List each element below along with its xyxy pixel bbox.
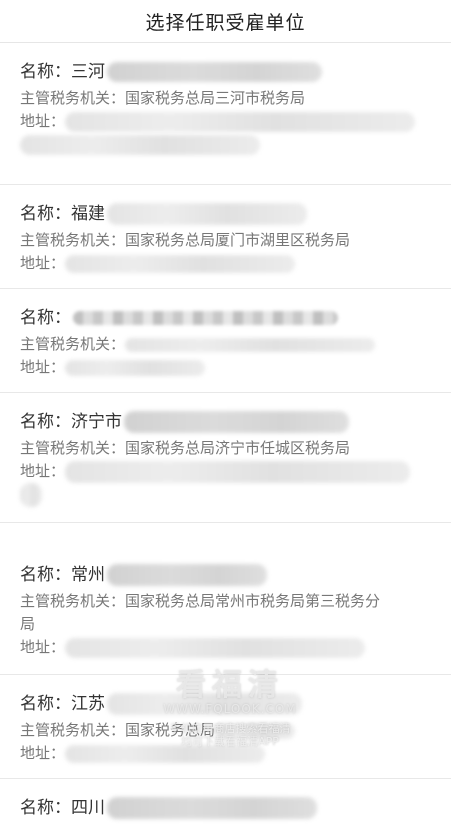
- name-row: 名称：济宁市: [20, 407, 451, 437]
- address-row: 地址：: [20, 356, 451, 379]
- company-name: 常州: [71, 565, 105, 585]
- redacted-text: [107, 693, 302, 715]
- name-row: 名称：常州: [20, 560, 451, 590]
- authority-value: 国家税务总局常州市税务局第三税务分: [125, 592, 381, 610]
- address-row: 地址：: [20, 742, 451, 765]
- name-label: 名称：: [20, 412, 71, 432]
- authority-label: 主管税务机关：: [20, 439, 126, 457]
- list-item[interactable]: 名称：济宁市 主管税务机关：国家税务总局济宁市任城区税务局 地址：: [0, 393, 451, 523]
- name-label: 名称：: [20, 62, 71, 82]
- authority-row-continued: 局: [20, 613, 451, 636]
- redacted-text: [107, 797, 317, 819]
- authority-value: 国家税务总局三河市税务局: [125, 89, 306, 107]
- authority-label: 主管税务机关：: [20, 721, 126, 739]
- list-item[interactable]: 名称：福建 主管税务机关：国家税务总局厦门市湖里区税务局 地址：: [0, 185, 451, 289]
- address-row: 地址：: [20, 252, 451, 275]
- list-item[interactable]: 名称：常州 主管税务机关：国家税务总局常州市税务局第三税务分 局 地址：: [0, 523, 451, 675]
- name-row: 名称：四川: [20, 793, 451, 823]
- redacted-text: [124, 411, 349, 433]
- redacted-text: [65, 254, 296, 273]
- address-row: 地址：: [20, 460, 451, 483]
- redacted-text: [65, 460, 411, 483]
- address-row: 地址：: [20, 636, 451, 659]
- name-row: 名称：福建: [20, 199, 451, 229]
- page-title: 选择任职受雇单位: [145, 11, 306, 34]
- authority-value: 国家税务总局厦门市湖里区税务局: [125, 231, 351, 249]
- address-continued: [20, 133, 451, 156]
- redacted-text: [65, 111, 416, 132]
- redacted-text: [65, 637, 366, 658]
- address-label: 地址：: [20, 358, 66, 376]
- name-label: 名称：: [20, 694, 71, 714]
- address-label: 地址：: [20, 638, 66, 656]
- authority-value: 国家税务总局济宁市任城区税务局: [125, 439, 351, 457]
- address-label: 地址：: [20, 744, 66, 762]
- name-label: 名称：: [20, 204, 71, 224]
- redacted-text: [107, 62, 322, 82]
- name-label: 名称：: [20, 308, 71, 328]
- company-name: 江苏: [71, 694, 105, 714]
- name-label: 名称：: [20, 565, 71, 585]
- company-name: 三河: [71, 62, 105, 82]
- redacted-text: [107, 203, 307, 225]
- authority-label: 主管税务机关：: [20, 335, 126, 353]
- authority-row: 主管税务机关：国家税务总局厦门市湖里区税务局: [20, 229, 451, 252]
- authority-row: 主管税务机关：国家税务总局三河市税务局: [20, 87, 451, 110]
- authority-label: 主管税务机关：: [20, 592, 126, 610]
- address-continued: [20, 483, 451, 507]
- list-item[interactable]: 名称：江苏 主管税务机关：国家税务总局 地址：: [0, 675, 451, 779]
- company-name: 济宁市: [71, 412, 122, 432]
- redacted-text: [215, 722, 296, 739]
- name-row: 名称：三河: [20, 57, 451, 87]
- company-name: 四川: [71, 798, 105, 818]
- authority-row: 主管税务机关：国家税务总局济宁市任城区税务局: [20, 437, 451, 460]
- redacted-text: [125, 337, 376, 352]
- redacted-text: [65, 744, 266, 763]
- company-name: 福建: [71, 204, 105, 224]
- authority-label: 主管税务机关：: [20, 89, 126, 107]
- name-label: 名称：: [20, 798, 71, 818]
- redacted-text: [65, 359, 206, 376]
- address-label: 地址：: [20, 112, 66, 130]
- list-item[interactable]: 名称：三河 主管税务机关：国家税务总局三河市税务局 地址：: [0, 57, 451, 185]
- authority-row: 主管税务机关：: [20, 333, 451, 356]
- list-item[interactable]: 名称：四川: [0, 779, 451, 839]
- address-label: 地址：: [20, 254, 66, 272]
- address-label: 地址：: [20, 462, 66, 480]
- authority-row: 主管税务机关：国家税务总局: [20, 719, 451, 742]
- authority-value: 国家税务总局: [125, 721, 216, 739]
- authority-label: 主管税务机关：: [20, 231, 126, 249]
- authority-value-continued: 局: [20, 615, 36, 633]
- redacted-text: [107, 564, 267, 586]
- redacted-text: [20, 134, 260, 155]
- address-row: 地址：: [20, 110, 451, 133]
- name-row: 名称：: [20, 303, 451, 333]
- name-row: 名称：江苏: [20, 689, 451, 719]
- list-item[interactable]: 名称： 主管税务机关： 地址：: [0, 289, 451, 393]
- authority-row: 主管税务机关：国家税务总局常州市税务局第三税务分: [20, 590, 451, 613]
- redacted-text: [20, 483, 42, 507]
- redacted-text: [73, 311, 338, 325]
- top-bar: 选择任职受雇单位: [0, 0, 451, 43]
